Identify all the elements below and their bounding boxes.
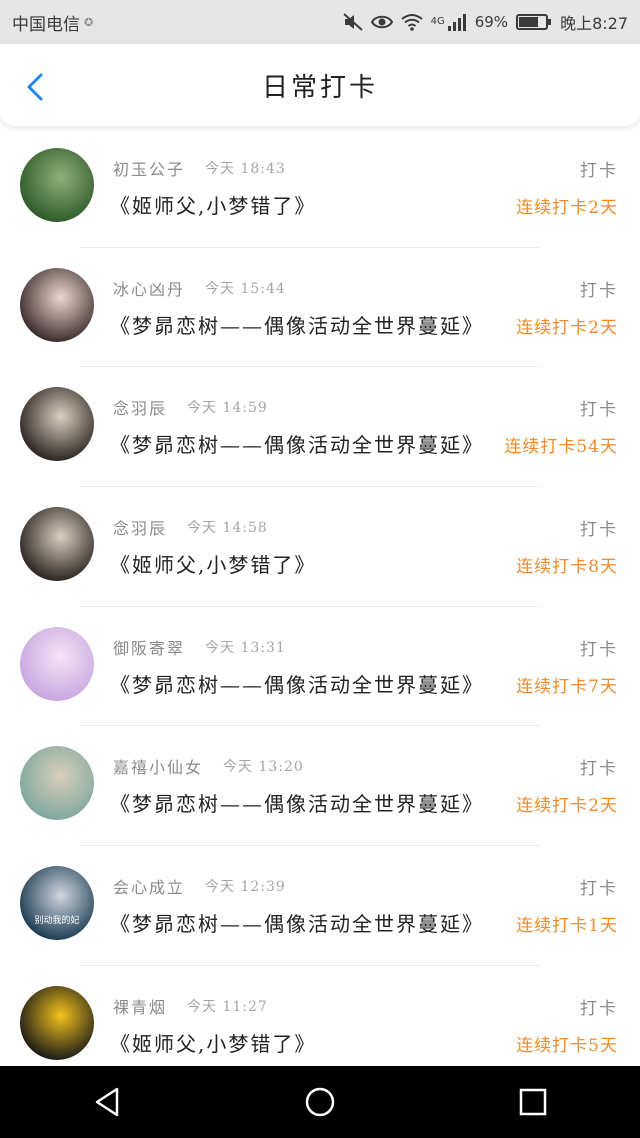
checkin-label: 打卡 [580, 400, 618, 421]
checkin-list: 初玉公子 今天 18:43 打卡 《姬师父,小梦错了》 连续打卡2天 冰心凶丹 今天 15:… [0, 128, 640, 1066]
page-title: 日常打卡 [261, 72, 378, 103]
streak-count: 连续打卡7天 [516, 676, 618, 697]
network-type: 4G [430, 16, 445, 27]
avatar-caption: 别动我的妃 [34, 916, 80, 927]
story-title: 《梦昴恋树——偶像活动全世界蔓延》 [110, 912, 484, 937]
story-title: 《梦昴恋树——偶像活动全世界蔓延》 [110, 672, 484, 697]
story-title: 《梦昴恋树——偶像活动全世界蔓延》 [110, 433, 484, 458]
user-name: 会心成立 [113, 878, 186, 898]
checkin-label: 打卡 [580, 998, 618, 1019]
nav-home-button[interactable] [290, 1072, 350, 1132]
checkin-time: 今天 11:27 [187, 998, 268, 1015]
chevron-left-icon [27, 73, 43, 101]
clock: 晚上8:27 [560, 14, 628, 33]
checkin-row[interactable]: 念羽辰 今天 14:59 打卡《梦昴恋树——偶像活动全世界蔓延》 连续打卡54天 [0, 367, 640, 488]
square-recent-icon [520, 1088, 547, 1116]
streak-count: 连续打卡8天 [516, 557, 618, 578]
nav-recent-button[interactable] [503, 1072, 563, 1132]
checkin-time: 今天 15:44 [205, 280, 286, 297]
user-name: 祼青烟 [113, 997, 168, 1017]
streak-count: 连续打卡1天 [516, 916, 618, 937]
story-title: 《姬师父,小梦错了》 [110, 194, 317, 218]
checkin-label: 打卡 [580, 759, 618, 780]
streak-count: 连续打卡5天 [516, 1035, 618, 1056]
top-app-bar: 日常打卡 [0, 44, 640, 126]
checkin-time: 今天 18:43 [205, 161, 286, 177]
user-name: 嘉禧小仙女 [113, 758, 204, 778]
avatar[interactable] [20, 387, 94, 462]
avatar[interactable] [20, 746, 94, 821]
triangle-back-icon [95, 1087, 118, 1117]
avatar[interactable] [20, 267, 94, 342]
carrier-badge-icon: ✪ [84, 15, 94, 29]
streak-count: 连续打卡54天 [504, 437, 618, 458]
status-right: 4G 69% 晚上8:27 [342, 10, 628, 34]
status-bar: 中国电信 ✪ 4G 69% 晚上8:27 [0, 0, 640, 44]
user-name: 念羽辰 [113, 519, 168, 539]
story-title: 《梦昴恋树——偶像活动全世界蔓延》 [110, 792, 484, 817]
avatar[interactable] [20, 148, 94, 222]
user-name: 初玉公子 [113, 160, 186, 179]
checkin-label: 打卡 [580, 161, 618, 181]
checkin-time: 今天 13:20 [223, 759, 304, 776]
checkin-time: 今天 13:31 [205, 639, 286, 656]
user-name: 冰心凶丹 [113, 279, 186, 299]
checkin-time: 今天 14:58 [187, 520, 268, 537]
checkin-row[interactable]: 冰心凶丹 今天 15:44 打卡《梦昴恋树——偶像活动全世界蔓延》 连续打卡2天 [0, 248, 640, 368]
avatar[interactable]: 别动我的妃 [20, 866, 94, 941]
streak-count: 连续打卡2天 [516, 796, 618, 817]
checkin-label: 打卡 [580, 879, 618, 900]
avatar[interactable] [20, 626, 94, 701]
checkin-label: 打卡 [580, 520, 618, 541]
circle-home-icon [305, 1087, 335, 1117]
story-title: 《梦昴恋树——偶像活动全世界蔓延》 [110, 313, 484, 338]
streak-count: 连续打卡2天 [516, 317, 618, 338]
mute-icon [342, 13, 363, 31]
nav-back-button[interactable] [77, 1072, 137, 1132]
user-name: 御阪寄翠 [113, 638, 186, 658]
story-title: 《姬师父,小梦错了》 [110, 553, 317, 578]
back-button[interactable] [20, 72, 50, 102]
checkin-row[interactable]: 御阪寄翠 今天 13:31 打卡《梦昴恋树——偶像活动全世界蔓延》 连续打卡7天 [0, 607, 640, 727]
checkin-row[interactable]: 念羽辰 今天 14:58 打卡《姬师父,小梦错了》 连续打卡8天 [0, 487, 640, 607]
avatar[interactable] [20, 985, 94, 1060]
battery-percent: 69% [474, 13, 509, 31]
user-name: 念羽辰 [113, 399, 168, 419]
streak-count: 连续打卡2天 [516, 198, 618, 218]
checkin-label: 打卡 [580, 280, 618, 301]
avatar[interactable] [20, 507, 94, 582]
checkin-time: 今天 14:59 [187, 400, 268, 417]
eye-icon [370, 15, 393, 29]
checkin-time: 今天 12:39 [205, 879, 286, 896]
signal-icon [447, 14, 466, 31]
battery-icon [516, 14, 552, 30]
carrier-name: 中国电信 [12, 14, 80, 35]
checkin-label: 打卡 [580, 639, 618, 660]
checkin-row[interactable]: 嘉禧小仙女 今天 13:20 打卡《梦昴恋树——偶像活动全世界蔓延》 连续打卡2天 [0, 726, 640, 847]
checkin-row[interactable]: 别动我的妃 会心成立 今天 12:39 打卡《梦昴恋树——偶像活动全世界蔓延》 连续打卡… [0, 846, 640, 966]
checkin-row[interactable]: 初玉公子 今天 18:43 打卡《姬师父,小梦错了》 连续打卡2天 [0, 128, 640, 248]
wifi-icon [400, 14, 423, 31]
carrier-group: 中国电信 ✪ [12, 10, 93, 35]
checkin-row[interactable]: 祼青烟 今天 11:27 打卡《姬师父,小梦错了》 连续打卡5天 [0, 966, 640, 1066]
story-title: 《姬师父,小梦错了》 [110, 1031, 317, 1056]
system-nav-bar [0, 1066, 640, 1138]
